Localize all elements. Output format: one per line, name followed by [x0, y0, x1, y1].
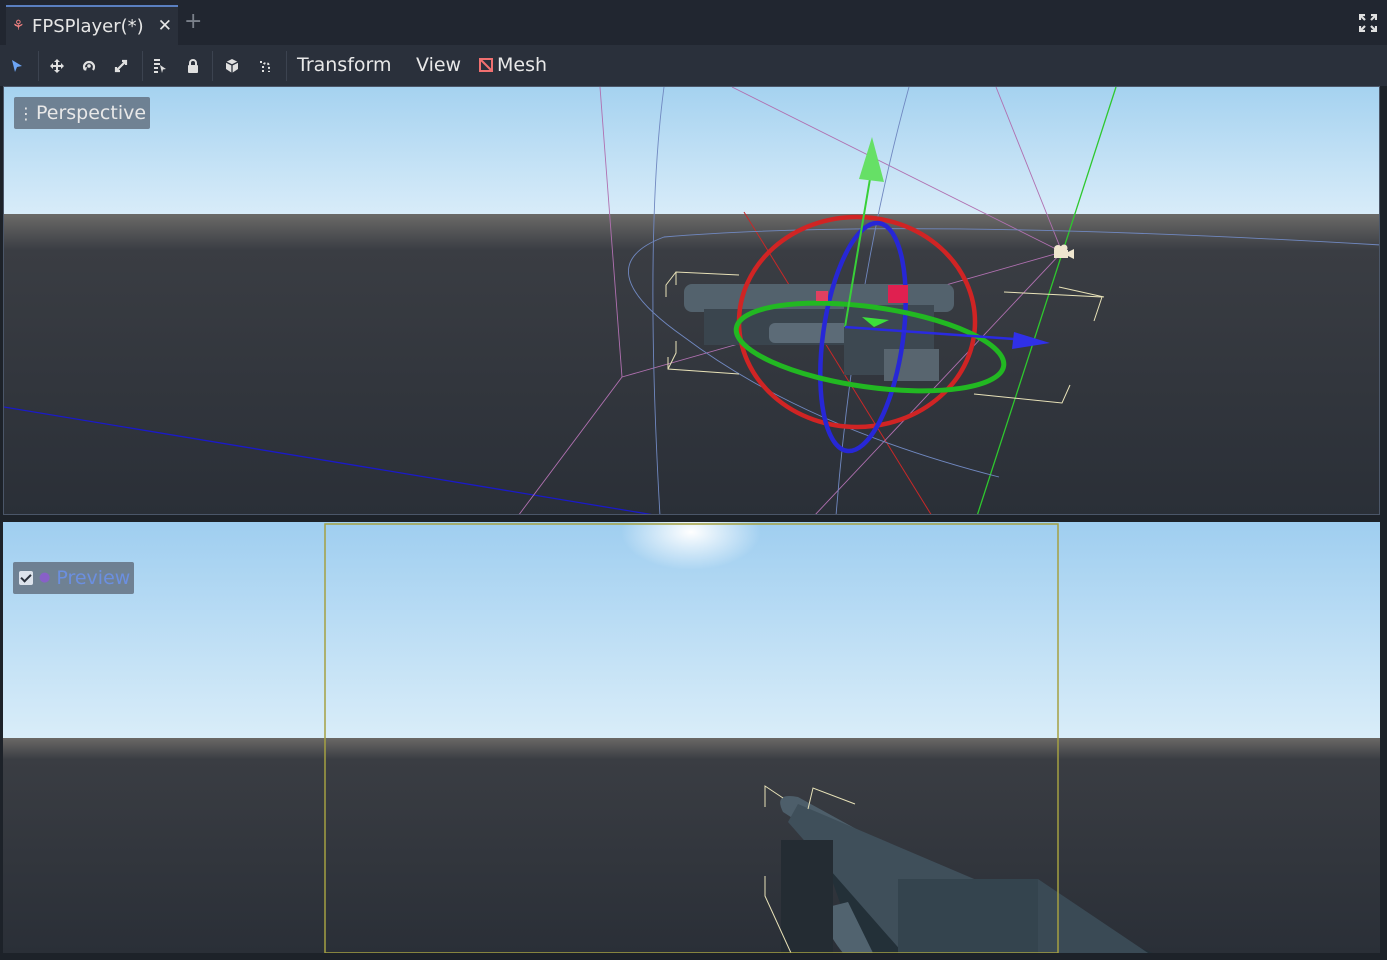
vertical-dots-icon: ⋮	[18, 104, 34, 123]
mesh-icon	[478, 57, 494, 77]
ground	[4, 214, 1379, 514]
preview-label: Preview	[56, 567, 131, 589]
camera-icon: ●	[39, 570, 51, 585]
snap-icon[interactable]	[252, 53, 278, 79]
scene-tab-bar: ⚘ FPSPlayer(*) ✕ +	[0, 0, 1387, 45]
perspective-scene	[4, 87, 1379, 514]
ground	[3, 738, 1380, 953]
preview-toggle[interactable]: ● Preview	[13, 562, 135, 594]
tab-fpsplayer[interactable]: ⚘ FPSPlayer(*) ✕	[6, 5, 178, 45]
local-space-icon[interactable]	[219, 53, 245, 79]
rotate-tool-icon[interactable]	[76, 53, 102, 79]
preview-scene	[3, 522, 1380, 953]
fullscreen-icon[interactable]	[1359, 14, 1377, 32]
mesh-menu[interactable]: Mesh	[497, 53, 547, 77]
close-tab-icon[interactable]: ✕	[158, 16, 172, 36]
lock-icon[interactable]	[180, 53, 206, 79]
move-tool-icon[interactable]	[44, 53, 70, 79]
sky	[4, 87, 1379, 214]
preview-viewport[interactable]: ● Preview	[3, 522, 1380, 953]
view-menu[interactable]: View	[416, 53, 461, 77]
perspective-label: Perspective	[36, 102, 147, 124]
scale-tool-icon[interactable]	[108, 53, 134, 79]
scene-node-icon: ⚘	[12, 18, 25, 34]
tab-label: FPSPlayer(*)	[32, 15, 144, 37]
spatial-editor-toolbar: Transform View Mesh	[0, 45, 1387, 86]
new-tab-icon[interactable]: +	[184, 10, 202, 34]
preview-checkbox[interactable]	[19, 571, 33, 585]
perspective-viewport[interactable]: ⋮ Perspective	[3, 86, 1380, 515]
select-tool-icon[interactable]	[4, 53, 30, 79]
list-select-icon[interactable]	[147, 53, 173, 79]
perspective-menu[interactable]: ⋮ Perspective	[14, 97, 151, 129]
transform-menu[interactable]: Transform	[297, 53, 392, 77]
